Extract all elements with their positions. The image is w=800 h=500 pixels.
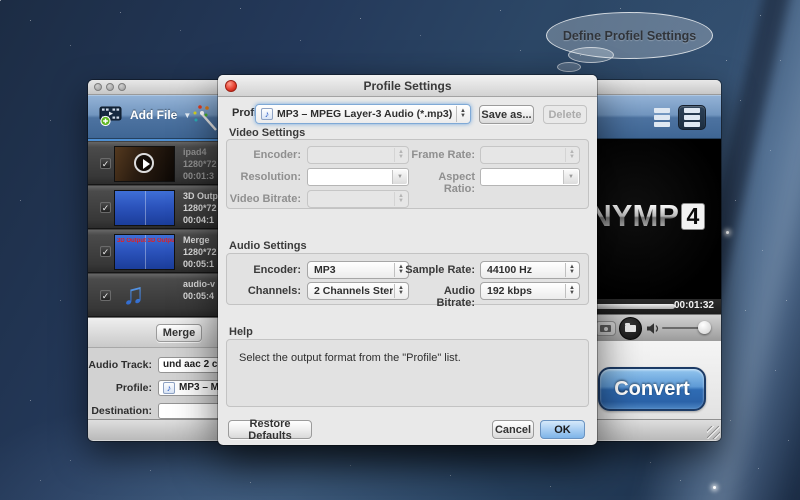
merge-button[interactable]: Merge: [156, 324, 202, 342]
file-info: 3D Outp 1280*72 00:04:1: [183, 190, 218, 226]
list-view-large-button[interactable]: [678, 105, 706, 130]
file-checkbox[interactable]: ✓: [100, 158, 111, 169]
close-icon[interactable]: [225, 80, 237, 92]
add-file-icon: [98, 103, 124, 127]
popup-stepper-icon: ▲▼: [565, 263, 578, 277]
popup-stepper-icon: ▲▼: [565, 148, 578, 162]
dialog-body: Profile: ♪ MP3 – MPEG Layer-3 Audio (*.m…: [218, 97, 597, 445]
chevron-down-icon[interactable]: ▼: [563, 170, 578, 184]
profile-settings-dialog: Profile Settings Profile: ♪ MP3 – MPEG L…: [218, 75, 597, 445]
magic-wand-icon[interactable]: [192, 104, 220, 132]
folder-icon: [625, 325, 636, 332]
popup-stepper-icon: ▲▼: [565, 284, 578, 298]
delete-button[interactable]: Delete: [543, 105, 587, 124]
time-display: 00:01:32: [674, 300, 714, 311]
list-view-small-button[interactable]: [654, 108, 670, 127]
destination-label: Destination:: [88, 405, 152, 417]
profile-dropdown[interactable]: ♪ MP3 – MPEG Layer-3 Audio (*.mp3) ▲▼: [255, 104, 471, 124]
bright-star: [713, 486, 716, 489]
encoder-label: Encoder:: [227, 264, 301, 276]
open-folder-button[interactable]: [619, 317, 642, 340]
video-thumbnail: [114, 190, 175, 226]
convert-button[interactable]: Convert: [598, 367, 706, 411]
aspect-ratio-combo[interactable]: ▼: [480, 168, 580, 186]
audio-bitrate-label: Audio Bitrate:: [405, 285, 475, 309]
file-info: Merge 1280*72 00:05:1: [183, 234, 217, 270]
list-view-large-icon: [684, 108, 700, 127]
minimize-icon[interactable]: [106, 83, 114, 91]
audio-track-label: Audio Track:: [88, 359, 152, 371]
cancel-button[interactable]: Cancel: [492, 420, 534, 439]
thought-bubble-trail: [557, 62, 581, 72]
video-encoder-dropdown[interactable]: ▲▼: [307, 146, 409, 164]
resolution-label: Resolution:: [227, 171, 301, 183]
sample-rate-dropdown[interactable]: 44100 Hz ▲▼: [480, 261, 580, 279]
mp3-icon: ♪: [163, 382, 175, 394]
channels-dropdown[interactable]: 2 Channels Stereo ▲▼: [307, 282, 409, 300]
restore-defaults-button[interactable]: Restore Defaults: [228, 420, 312, 439]
volume-knob[interactable]: [698, 321, 711, 334]
file-checkbox[interactable]: ✓: [100, 246, 111, 257]
camera-icon: [600, 325, 611, 332]
video-bitrate-label: Video Bitrate:: [227, 193, 301, 205]
close-icon[interactable]: [94, 83, 102, 91]
channels-label: Channels:: [227, 285, 301, 297]
add-file-label: Add File: [130, 108, 177, 122]
file-checkbox[interactable]: ✓: [100, 202, 111, 213]
view-mode-toggles: [654, 105, 706, 130]
dialog-titlebar[interactable]: Profile Settings: [218, 75, 597, 97]
audio-bitrate-dropdown[interactable]: 192 kbps ▲▼: [480, 282, 580, 300]
resize-grip[interactable]: [707, 426, 720, 439]
help-text: Select the output format from the "Profi…: [239, 352, 576, 364]
video-bitrate-dropdown[interactable]: ▲▼: [307, 190, 409, 208]
file-checkbox[interactable]: ✓: [100, 290, 111, 301]
video-settings-group: Encoder: ▲▼ Frame Rate: ▲▼ Resolution: ▼…: [226, 139, 589, 209]
chevron-down-icon[interactable]: ▼: [392, 170, 407, 184]
sample-rate-label: Sample Rate:: [405, 264, 475, 276]
popup-stepper-icon: ▲▼: [394, 192, 407, 206]
file-info: audio-v 00:05:4: [183, 278, 215, 302]
bright-star: [726, 231, 729, 234]
resolution-combo[interactable]: ▼: [307, 168, 409, 186]
encoder-label: Encoder:: [227, 149, 301, 161]
ok-button[interactable]: OK: [540, 420, 585, 439]
snapshot-button[interactable]: [595, 321, 616, 336]
file-info: ipad4 1280*72 00:01:3: [183, 146, 217, 182]
chevron-down-icon: ▼: [183, 111, 191, 120]
thought-bubble-trail: [568, 47, 614, 63]
audio-settings-group: Encoder: MP3 ▲▼ Sample Rate: 44100 Hz ▲▼…: [226, 253, 589, 305]
audio-settings-title: Audio Settings: [229, 240, 307, 252]
video-thumbnail: 3D Output 3D Outpu: [114, 234, 175, 270]
zoom-icon[interactable]: [118, 83, 126, 91]
aspect-ratio-label: Aspect Ratio:: [407, 171, 475, 195]
speaker-icon[interactable]: [646, 322, 661, 335]
play-overlay-icon[interactable]: [134, 153, 154, 173]
help-title: Help: [229, 326, 253, 338]
dialog-title: Profile Settings: [363, 79, 451, 93]
video-settings-title: Video Settings: [229, 127, 305, 139]
save-as-button[interactable]: Save as...: [479, 105, 534, 124]
music-note-icon: ♫: [122, 276, 145, 314]
thought-bubble-text: Define Profiel Settings: [563, 29, 696, 43]
audio-encoder-dropdown[interactable]: MP3 ▲▼: [307, 261, 409, 279]
desktop: Define Profiel Settings Ad: [0, 0, 800, 500]
mp3-icon: ♪: [261, 108, 273, 120]
add-file-button[interactable]: Add File ▼: [98, 103, 191, 127]
frame-rate-dropdown[interactable]: ▲▼: [480, 146, 580, 164]
profile-label: Profile:: [88, 382, 152, 394]
thumbnail-caption: 3D Output 3D Outpu: [117, 238, 174, 244]
popup-stepper-icon: ▲▼: [456, 106, 469, 122]
help-group: Select the output format from the "Profi…: [226, 339, 589, 407]
video-thumbnail: [114, 146, 175, 182]
frame-rate-label: Frame Rate:: [407, 149, 475, 161]
stars: [0, 0, 1, 1]
popup-stepper-icon: ▲▼: [394, 148, 407, 162]
